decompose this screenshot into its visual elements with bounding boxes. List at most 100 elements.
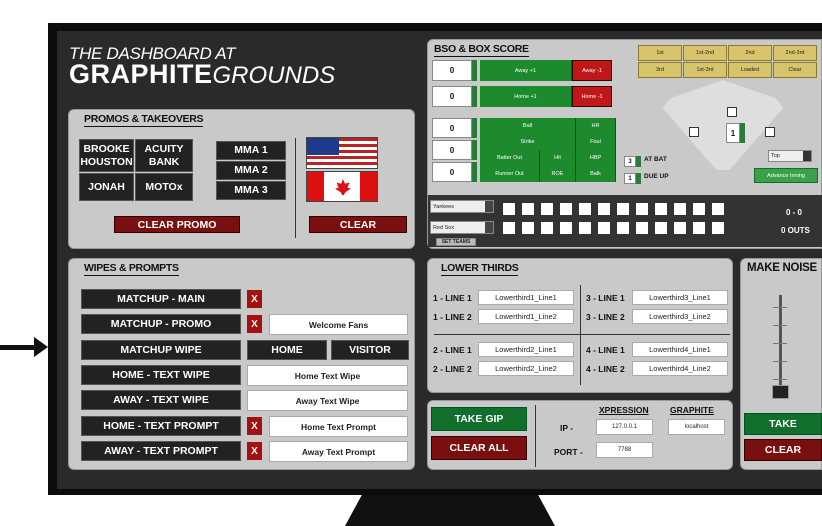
matchup-promo-button[interactable]: MATCHUP - PROMO — [81, 314, 241, 334]
base-1st-button[interactable]: 1st — [638, 45, 682, 61]
noise-take-button[interactable]: TAKE — [744, 413, 822, 435]
set-teams-button[interactable]: SET TEAMS — [436, 238, 476, 246]
linescore-home-cell[interactable] — [616, 221, 630, 235]
clear-flags-button[interactable]: CLEAR — [309, 216, 407, 233]
base-1st-2nd-button[interactable]: 1st-2nd — [683, 45, 727, 61]
clear-promo-button[interactable]: CLEAR PROMO — [114, 216, 240, 233]
linescore-home-cell[interactable] — [654, 221, 668, 235]
away-text-wipe-input[interactable]: Away Text Wipe — [247, 390, 408, 411]
linescore-home-cell[interactable] — [559, 221, 573, 235]
roe-button[interactable]: ROE — [540, 166, 576, 182]
host-input[interactable]: localhost — [668, 419, 725, 435]
linescore-away-cell[interactable] — [521, 202, 535, 216]
home-plus-button[interactable]: Home +1 — [480, 86, 572, 107]
home-minus-button[interactable]: Home -1 — [572, 86, 612, 107]
canada-flag-button[interactable] — [306, 171, 378, 202]
home-text-prompt-input[interactable]: Home Text Prompt — [269, 416, 408, 437]
promo-motox-button[interactable]: MOTOx — [135, 173, 193, 201]
away-text-prompt-input[interactable]: Away Text Prompt — [269, 441, 408, 462]
linescore-home-cell[interactable] — [692, 221, 706, 235]
linescore-home-cell[interactable] — [711, 221, 725, 235]
home-team-select[interactable]: Red Sox — [430, 221, 494, 234]
base-1st-3rd-button[interactable]: 1st-3rd — [683, 62, 727, 78]
strike-button[interactable]: Strike — [480, 134, 576, 150]
runner-out-button[interactable]: Runner Out — [480, 166, 540, 182]
at-bat-stepper[interactable] — [636, 156, 641, 167]
take-gip-button[interactable]: TAKE GIP — [431, 407, 527, 431]
linescore-away-cell[interactable] — [559, 202, 573, 216]
linescore-away-cell[interactable] — [502, 202, 516, 216]
welcome-fans-input[interactable]: Welcome Fans — [269, 314, 408, 335]
lt3-line1-input[interactable]: Lowerthird3_Line1 — [632, 290, 728, 305]
home-text-prompt-button[interactable]: HOME - TEXT PROMPT — [81, 416, 241, 436]
linescore-away-cell[interactable] — [692, 202, 706, 216]
inning-stepper[interactable] — [740, 123, 745, 143]
linescore-home-cell[interactable] — [597, 221, 611, 235]
away-team-select[interactable]: Yankees — [430, 200, 494, 213]
foul-button[interactable]: Foul — [576, 134, 616, 150]
promo-jonah-button[interactable]: JONAH — [79, 173, 134, 201]
away-score-stepper[interactable] — [472, 60, 477, 81]
matchup-main-clear-button[interactable]: X — [247, 290, 262, 308]
away-text-prompt-clear-button[interactable]: X — [247, 442, 262, 460]
third-base-toggle[interactable] — [689, 127, 699, 137]
linescore-away-cell[interactable] — [635, 202, 649, 216]
lt1-line1-input[interactable]: Lowerthird1_Line1 — [478, 290, 574, 305]
base-clear-button[interactable]: Clear — [773, 62, 817, 78]
lt4-line1-input[interactable]: Lowerthird4_Line1 — [632, 342, 728, 357]
base-2nd-button[interactable]: 2nd — [728, 45, 772, 61]
linescore-away-cell[interactable] — [578, 202, 592, 216]
linescore-home-cell[interactable] — [635, 221, 649, 235]
away-text-prompt-button[interactable]: AWAY - TEXT PROMPT — [81, 441, 241, 461]
linescore-away-cell[interactable] — [654, 202, 668, 216]
us-flag-button[interactable] — [306, 137, 378, 169]
ip-input[interactable]: 127.0.0.1 — [596, 419, 653, 435]
linescore-home-cell[interactable] — [578, 221, 592, 235]
noise-clear-button[interactable]: CLEAR — [744, 439, 822, 461]
lt1-line2-input[interactable]: Lowerthird1_Line2 — [478, 309, 574, 324]
count-stepper[interactable] — [472, 118, 477, 138]
port-input[interactable]: 7788 — [596, 442, 653, 458]
hit-button[interactable]: Hit — [540, 150, 576, 166]
promo-mma2-button[interactable]: MMA 2 — [216, 161, 286, 180]
first-base-toggle[interactable] — [765, 127, 775, 137]
linescore-home-cell[interactable] — [502, 221, 516, 235]
lt4-line2-input[interactable]: Lowerthird4_Line2 — [632, 361, 728, 376]
away-minus-button[interactable]: Away -1 — [572, 60, 612, 81]
linescore-away-cell[interactable] — [616, 202, 630, 216]
half-inning-select[interactable]: Top — [768, 150, 812, 162]
second-base-toggle[interactable] — [727, 107, 737, 117]
home-text-wipe-button[interactable]: HOME - TEXT WIPE — [81, 365, 241, 385]
balk-button[interactable]: Balk — [576, 166, 616, 182]
linescore-away-cell[interactable] — [540, 202, 554, 216]
lt2-line1-input[interactable]: Lowerthird2_Line1 — [478, 342, 574, 357]
base-3rd-button[interactable]: 3rd — [638, 62, 682, 78]
promo-mma3-button[interactable]: MMA 3 — [216, 181, 286, 200]
promo-mma1-button[interactable]: MMA 1 — [216, 141, 286, 160]
linescore-home-cell[interactable] — [673, 221, 687, 235]
home-score-stepper[interactable] — [472, 86, 477, 107]
visitor-wipe-button[interactable]: VISITOR — [331, 340, 409, 360]
home-text-wipe-input[interactable]: Home Text Wipe — [247, 365, 408, 386]
count-stepper[interactable] — [472, 140, 477, 160]
base-2nd-3rd-button[interactable]: 2nd-3rd — [773, 45, 817, 61]
hr-button[interactable]: HR — [576, 118, 616, 134]
hbp-button[interactable]: HBP — [576, 150, 616, 166]
linescore-away-cell[interactable] — [597, 202, 611, 216]
linescore-away-cell[interactable] — [673, 202, 687, 216]
linescore-away-cell[interactable] — [711, 202, 725, 216]
home-wipe-button[interactable]: HOME — [247, 340, 327, 360]
home-text-prompt-clear-button[interactable]: X — [247, 417, 262, 435]
due-up-stepper[interactable] — [636, 173, 641, 184]
promo-brooke-houston-button[interactable]: BROOKE HOUSTON — [79, 139, 134, 172]
clear-all-button[interactable]: CLEAR ALL — [431, 436, 527, 460]
promo-acuity-bank-button[interactable]: ACUITY BANK — [135, 139, 193, 172]
matchup-wipe-button[interactable]: MATCHUP WIPE — [81, 340, 241, 360]
lt2-line2-input[interactable]: Lowerthird2_Line2 — [478, 361, 574, 376]
away-text-wipe-button[interactable]: AWAY - TEXT WIPE — [81, 390, 241, 410]
linescore-home-cell[interactable] — [521, 221, 535, 235]
ball-button[interactable]: Ball — [480, 118, 576, 134]
lt3-line2-input[interactable]: Lowerthird3_Line2 — [632, 309, 728, 324]
advance-inning-button[interactable]: Advance Inning — [754, 168, 818, 183]
base-loaded-button[interactable]: Loaded — [728, 62, 772, 78]
